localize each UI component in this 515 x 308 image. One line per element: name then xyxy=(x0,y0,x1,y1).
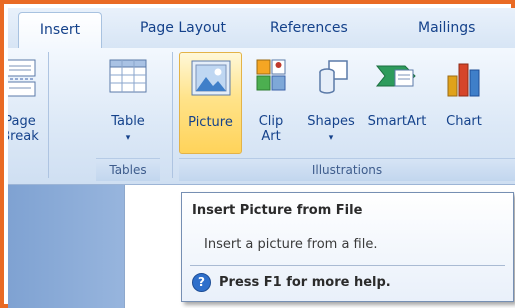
word-window: Insert Page Layout References Mailings P… xyxy=(8,8,515,308)
shapes-button[interactable]: Shapes ▾ xyxy=(300,52,362,154)
chart-label: Chart xyxy=(446,114,482,129)
smartart-label: SmartArt xyxy=(367,114,427,129)
chart-button[interactable]: Chart xyxy=(436,52,492,154)
ribbon-insert: Page Break Table ▾ Tables xyxy=(8,48,515,185)
tab-insert-label: Insert xyxy=(39,22,81,38)
tab-references[interactable]: References xyxy=(270,20,348,36)
tooltip-help-text: Press F1 for more help. xyxy=(219,275,391,290)
page-break-button[interactable]: Page Break xyxy=(8,52,46,154)
tab-insert[interactable]: Insert xyxy=(18,12,102,49)
table-text: Table xyxy=(111,114,145,129)
shapes-dropdown-arrow: ▾ xyxy=(328,133,334,143)
picture-label: Picture xyxy=(188,115,233,130)
shapes-icon xyxy=(319,60,348,94)
group-separator xyxy=(172,52,173,178)
smartart-button[interactable]: SmartArt xyxy=(362,52,432,154)
picture-icon xyxy=(191,60,230,96)
clip-art-icon xyxy=(256,59,286,91)
tab-mailings[interactable]: Mailings xyxy=(418,20,475,36)
picture-button[interactable]: Picture xyxy=(179,52,242,154)
page-break-label: Page Break xyxy=(8,114,39,144)
clip-art-label: Clip Art xyxy=(258,114,284,144)
group-label-tables: Tables xyxy=(96,158,160,181)
help-icon: ? xyxy=(192,273,211,292)
picture-tooltip: Insert Picture from File Insert a pictur… xyxy=(181,192,514,302)
screenshot-frame: Insert Page Layout References Mailings P… xyxy=(0,0,515,308)
page-break-icon xyxy=(8,59,36,97)
table-dropdown-arrow: ▾ xyxy=(125,133,131,143)
chart-icon xyxy=(447,63,480,97)
shapes-text: Shapes xyxy=(307,114,355,129)
table-icon xyxy=(109,59,147,93)
ribbon-tab-strip: Insert Page Layout References Mailings xyxy=(8,8,515,49)
tab-page-layout[interactable]: Page Layout xyxy=(140,20,226,36)
tooltip-help: ? Press F1 for more help. xyxy=(192,273,391,292)
smartart-icon xyxy=(375,65,416,87)
group-separator xyxy=(48,52,49,178)
group-label-illustrations: Illustrations xyxy=(179,158,515,181)
tooltip-divider xyxy=(190,265,505,266)
shapes-label: Shapes ▾ xyxy=(300,114,362,146)
table-label: Table ▾ xyxy=(96,114,160,146)
table-button[interactable]: Table ▾ xyxy=(96,52,160,154)
tooltip-description: Insert a picture from a file. xyxy=(204,237,378,252)
clip-art-button[interactable]: Clip Art xyxy=(246,52,296,154)
tooltip-title: Insert Picture from File xyxy=(192,203,363,218)
